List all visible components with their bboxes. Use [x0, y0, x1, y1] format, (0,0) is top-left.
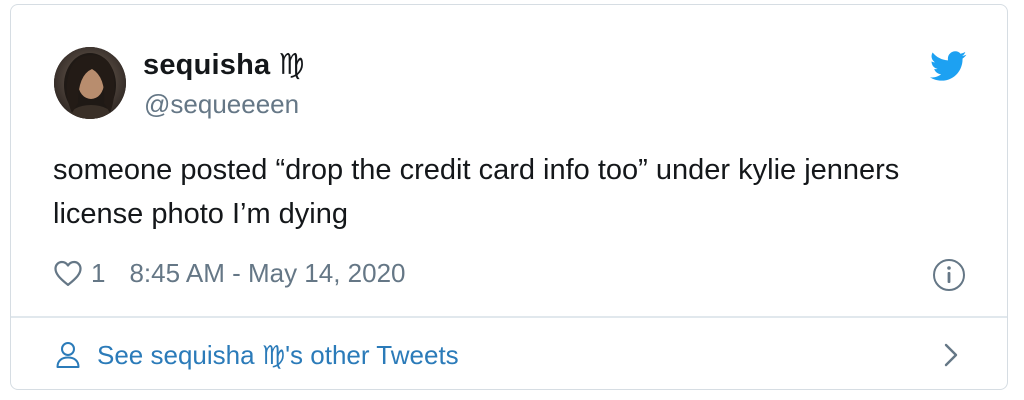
heart-icon[interactable] — [53, 259, 83, 287]
person-icon — [56, 342, 80, 368]
tweet-text: someone posted “drop the credit card inf… — [53, 154, 900, 230]
display-name[interactable]: sequisha ♍︎ — [143, 47, 305, 82]
other-tweets-label[interactable]: See sequisha ♍︎'s other Tweets — [97, 340, 459, 371]
avatar[interactable] — [54, 47, 126, 119]
info-icon[interactable] — [932, 258, 966, 292]
like-count[interactable]: 1 — [91, 258, 105, 289]
tweet-card: sequisha ♍︎ @sequeeeen someone posted “d… — [10, 4, 1008, 390]
tweet-meta: 1 8:45 AM - May 14, 2020 — [53, 256, 406, 290]
chevron-right-icon[interactable] — [941, 341, 961, 369]
divider — [11, 316, 1007, 318]
twitter-bird-icon[interactable] — [930, 51, 967, 82]
avatar-photo — [54, 47, 126, 119]
user-handle[interactable]: @sequeeeen — [144, 89, 299, 120]
tweet-timestamp[interactable]: 8:45 AM - May 14, 2020 — [129, 258, 405, 289]
other-tweets-link[interactable]: See sequisha ♍︎'s other Tweets — [55, 337, 459, 373]
